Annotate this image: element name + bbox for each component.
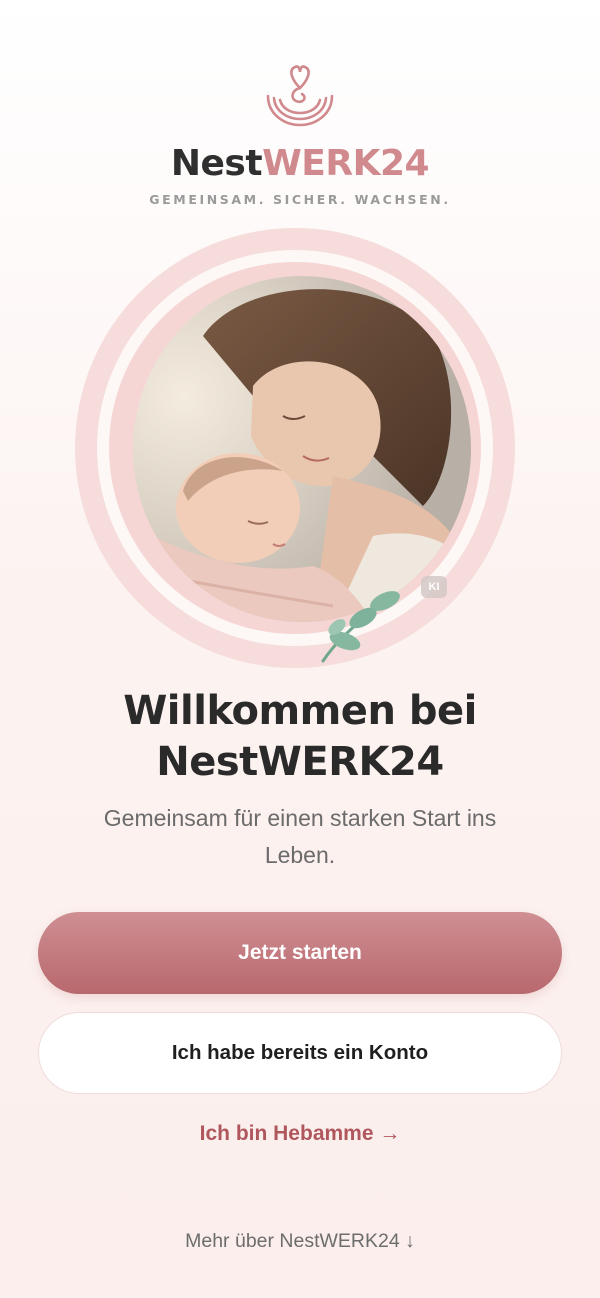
brand-name-part2: WERK24 [262, 143, 430, 184]
midwife-link[interactable]: Ich bin Hebamme → [0, 1122, 600, 1146]
login-button[interactable]: Ich habe bereits ein Konto [38, 1012, 562, 1094]
welcome-heading-line2: NestWERK24 [156, 739, 444, 785]
welcome-heading: Willkommen bei NestWERK24 [0, 686, 600, 788]
hero-illustration: KI [75, 228, 525, 668]
mother-baby-photo [133, 276, 471, 622]
start-button[interactable]: Jetzt starten [38, 912, 562, 994]
heart-nest-icon [266, 65, 334, 127]
welcome-heading-line1: Willkommen bei [123, 688, 477, 734]
ai-generated-badge: KI [421, 576, 447, 598]
more-info-link[interactable]: Mehr über NestWERK24 ↓ [0, 1230, 600, 1253]
brand-tagline: GEMEINSAM. SICHER. WACHSEN. [149, 192, 451, 207]
leaf-sprig-icon [321, 591, 400, 663]
brand-wordmark: NestWERK24 [0, 140, 600, 188]
welcome-subtitle: Gemeinsam für einen starken Start ins Le… [103, 805, 497, 868]
brand-name-part1: Nest [170, 143, 263, 184]
